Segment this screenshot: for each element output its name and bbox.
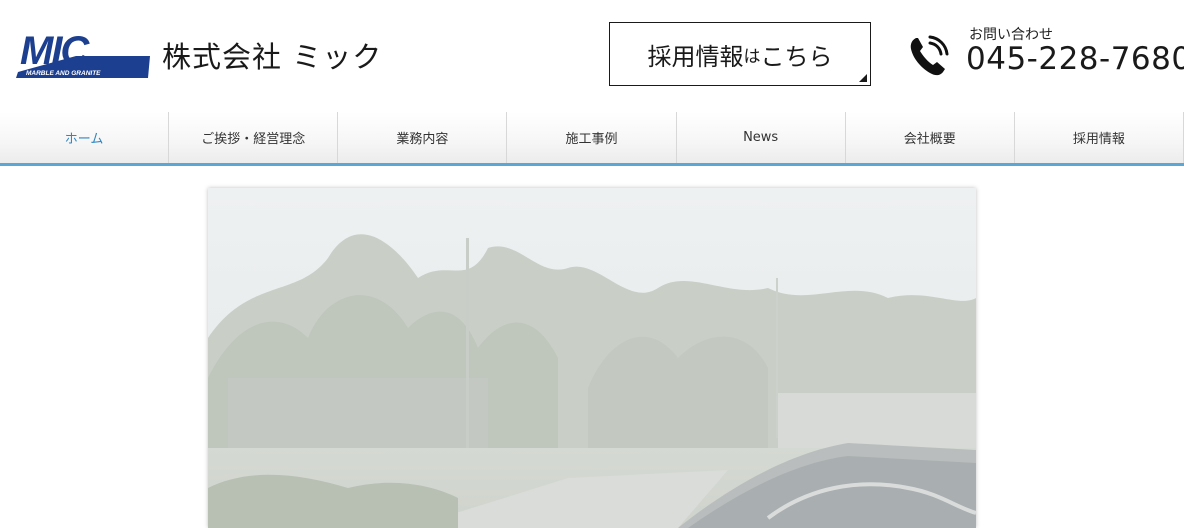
nav-item-home[interactable]: ホーム xyxy=(0,112,170,163)
nav-item-works[interactable]: 施工事例 xyxy=(507,112,677,163)
logo-tagline: MARBLE AND GRANITE xyxy=(26,70,101,77)
nav-item-greeting[interactable]: ご挨拶・経営理念 xyxy=(169,112,339,163)
phone-icon xyxy=(910,35,949,76)
hero-image xyxy=(208,188,976,528)
recruit-label-large: 採用情報 xyxy=(647,42,744,71)
nav-item-recruit[interactable]: 採用情報 xyxy=(1015,112,1184,163)
recruit-label-small: は xyxy=(743,46,761,67)
nav-item-news[interactable]: News xyxy=(677,112,846,163)
recruit-label-tail: こちら xyxy=(760,42,833,71)
nav-item-company[interactable]: 会社概要 xyxy=(846,112,1015,163)
phone-number[interactable]: 045-228-7680 xyxy=(966,41,1184,77)
global-nav: ホーム ご挨拶・経営理念 業務内容 施工事例 News 会社概要 採用情報 xyxy=(0,112,1184,166)
site-header: MIC MARBLE AND GRANITE 株式会社 ミック 採用情報はこちら… xyxy=(0,0,1184,110)
corner-arrow-icon xyxy=(859,74,867,82)
company-name: 株式会社 ミック xyxy=(162,40,383,74)
recruit-info-button[interactable]: 採用情報はこちら xyxy=(609,22,871,86)
mic-logo[interactable]: MIC MARBLE AND GRANITE xyxy=(16,28,152,80)
nav-item-services[interactable]: 業務内容 xyxy=(338,112,508,163)
garden-photo xyxy=(208,188,976,528)
